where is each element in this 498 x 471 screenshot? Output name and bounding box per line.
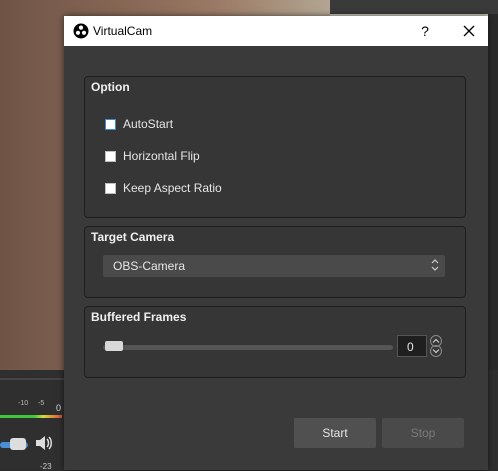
buffered-frames-slider-handle[interactable] bbox=[105, 341, 123, 351]
horizontal-flip-checkbox[interactable] bbox=[105, 150, 116, 162]
buffered-frames-slider-track[interactable] bbox=[103, 345, 393, 350]
start-button[interactable]: Start bbox=[294, 418, 376, 448]
meter-zero-label: 0 bbox=[56, 403, 62, 413]
buffered-frames-input[interactable]: 0 bbox=[397, 335, 427, 357]
option-group: Option AutoStart Horizontal Flip Keep As… bbox=[84, 76, 466, 218]
close-button[interactable] bbox=[450, 16, 488, 46]
target-camera-group: Target Camera OBS-Camera bbox=[84, 226, 466, 298]
buffered-frames-group: Buffered Frames 0 bbox=[84, 306, 466, 378]
keep-aspect-row[interactable]: Keep Aspect Ratio bbox=[105, 181, 222, 195]
meter-ticks: -10 -5 bbox=[0, 400, 64, 412]
mixer-divider bbox=[0, 378, 70, 380]
horizontal-flip-label[interactable]: Horizontal Flip bbox=[123, 149, 200, 163]
volume-slider-handle[interactable] bbox=[10, 438, 26, 450]
spin-up-down-icon[interactable] bbox=[429, 335, 443, 357]
buffered-frames-spinbox[interactable]: 0 bbox=[397, 335, 445, 357]
buffered-frames-title: Buffered Frames bbox=[91, 310, 187, 324]
keep-aspect-checkbox[interactable] bbox=[105, 182, 116, 194]
background-topbar bbox=[330, 0, 498, 14]
camera-select-value: OBS-Camera bbox=[113, 259, 186, 273]
dialog-titlebar: VirtualCam ? bbox=[64, 16, 488, 46]
help-button[interactable]: ? bbox=[410, 16, 440, 46]
dialog-title: VirtualCam bbox=[93, 24, 153, 38]
speaker-icon[interactable] bbox=[34, 434, 54, 452]
spin-arrows[interactable] bbox=[429, 335, 443, 357]
keep-aspect-label[interactable]: Keep Aspect Ratio bbox=[123, 181, 222, 195]
buffered-frames-value: 0 bbox=[407, 340, 414, 354]
virtualcam-dialog: VirtualCam ? Option AutoStart Horizontal… bbox=[64, 16, 488, 470]
meter-tick: -5 bbox=[38, 400, 45, 407]
autostart-row[interactable]: AutoStart bbox=[105, 117, 173, 131]
autostart-checkbox[interactable] bbox=[105, 118, 116, 130]
updown-chevron-icon bbox=[429, 258, 441, 274]
autostart-label[interactable]: AutoStart bbox=[123, 117, 173, 131]
obs-logo-icon bbox=[73, 23, 89, 39]
stop-button[interactable]: Stop bbox=[382, 418, 464, 448]
audio-level-meter bbox=[0, 415, 62, 418]
camera-select[interactable]: OBS-Camera bbox=[103, 255, 445, 277]
close-icon bbox=[463, 25, 475, 37]
meter-tick: -10 bbox=[18, 400, 29, 407]
horizontal-flip-row[interactable]: Horizontal Flip bbox=[105, 149, 200, 163]
target-camera-title: Target Camera bbox=[91, 230, 175, 244]
option-group-title: Option bbox=[91, 80, 130, 94]
